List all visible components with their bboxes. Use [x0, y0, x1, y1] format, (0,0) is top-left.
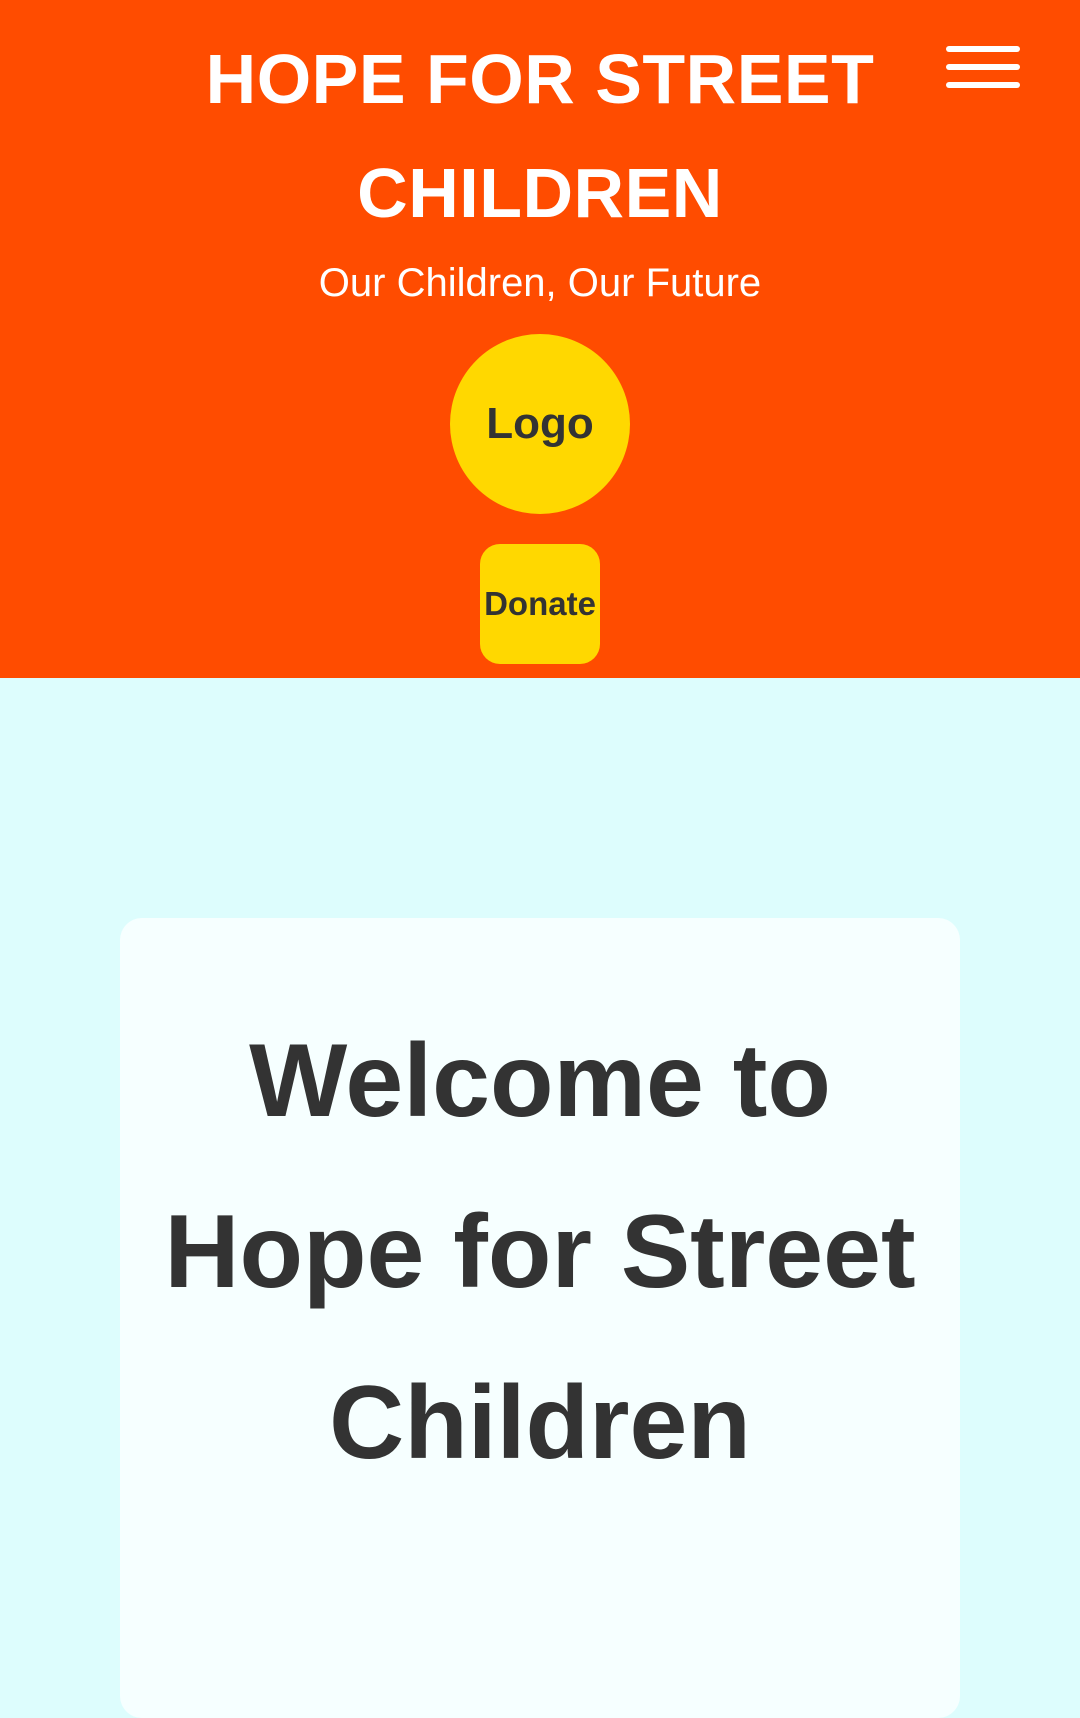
welcome-heading: Welcome to Hope for Street Children — [164, 1023, 916, 1481]
logo: Logo — [450, 334, 630, 514]
site-header: HOPE FOR STREET CHILDREN Our Children, O… — [0, 0, 1080, 678]
donate-button[interactable]: Donate — [480, 544, 600, 664]
menu-bar-top — [946, 46, 1020, 52]
menu-bar-bottom — [946, 82, 1020, 88]
tagline: Our Children, Our Future — [318, 261, 762, 305]
menu-bar-middle — [946, 64, 1020, 70]
hamburger-menu-icon[interactable] — [942, 40, 1022, 100]
site-title: HOPE FOR STREET CHILDREN — [205, 40, 875, 232]
welcome-card: Welcome to Hope for Street Children — [120, 918, 960, 1718]
